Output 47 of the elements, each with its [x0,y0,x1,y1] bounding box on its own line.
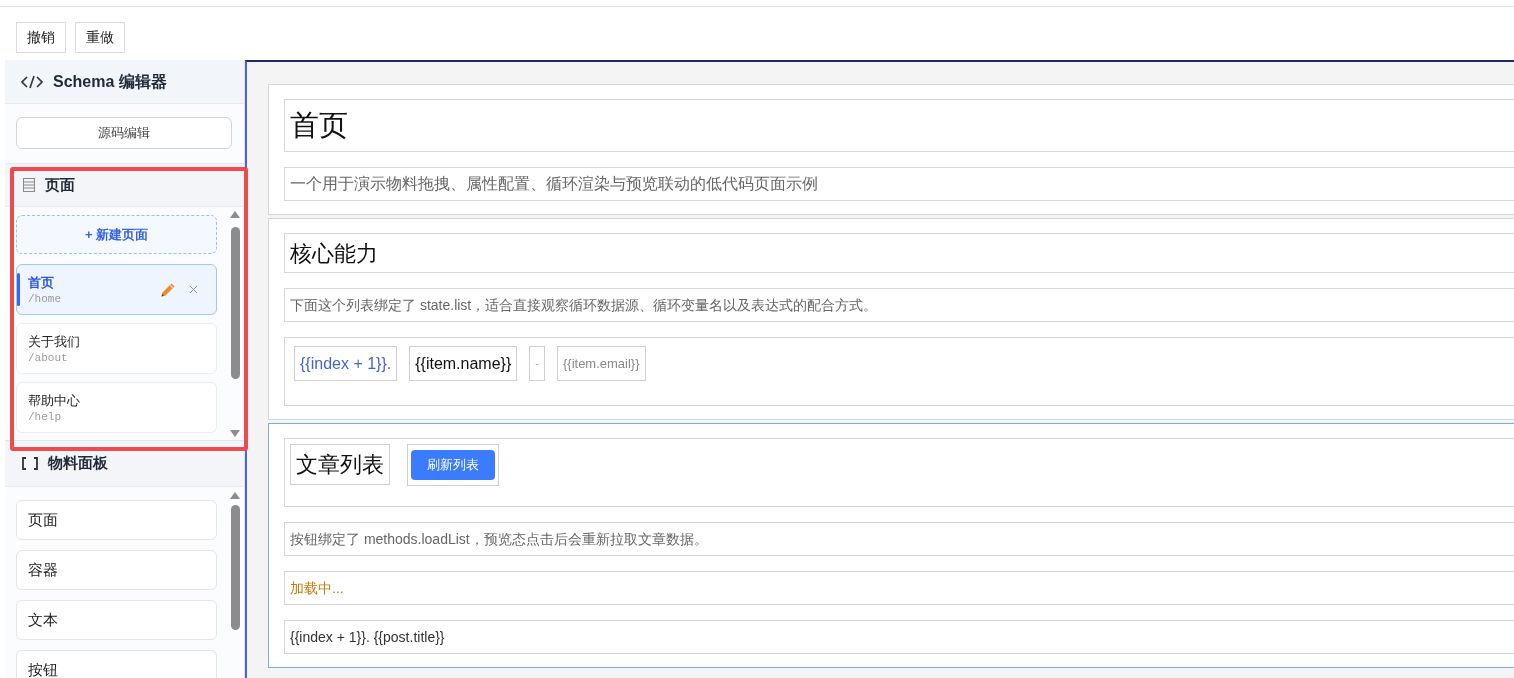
expression-chip: {{item.name}} [409,346,518,381]
toolbar-button[interactable]: 重做 [75,22,125,53]
code-icon [21,74,43,89]
panel-title: 页面 [45,174,75,195]
page-name: 帮助中心 [28,391,80,410]
loading-text: 加载中... [284,571,1514,605]
toolbar-button[interactable]: 撤销 [16,22,66,53]
selection-indicator [17,273,20,306]
template-text: {{index + 1}}. {{post.title}} [284,620,1514,654]
page-name: 首页 [28,273,55,292]
section-heading: 文章列表 [290,444,390,485]
canvas-section[interactable]: 文章列表 刷新列表 按钮绑定了 methods.loadList，预览态点击后会重新拉取文章数据。 加载中... {{index + 1}}. {{post.title}} [268,423,1514,668]
expression-chip: {{index + 1}}. [294,346,398,381]
material-item[interactable]: 文本 [16,600,217,640]
material-item[interactable]: 容器 [16,550,217,590]
close-icon[interactable] [187,283,200,296]
new-page-button[interactable]: + 新建页面 [16,215,217,254]
page-item[interactable]: 帮助中心 /help [16,382,217,433]
canvas-section[interactable]: 首页 一个用于演示物料拖拽、属性配置、循环渲染与预览联动的低代码页面示例 [268,84,1514,215]
description-text: 按钮绑定了 methods.loadList，预览态点击后会重新拉取文章数据。 [284,522,1514,556]
scroll-down-icon[interactable] [230,430,240,437]
panel-title: 物料面板 [48,453,108,474]
page-item[interactable]: 首页 /home [16,264,217,315]
material-item[interactable]: 页面 [16,500,217,540]
editor-title: Schema 编辑器 [53,71,167,92]
scroll-up-icon[interactable] [230,492,240,499]
scrollbar-thumb[interactable] [230,227,240,379]
material-item[interactable]: 按钮 [16,650,217,678]
page-path: /about [28,350,69,365]
canvas-section[interactable]: 核心能力 下面这个列表绑定了 state.list，适合直接观察循环数据源、循环变量名以及表达式的配合方式。 {{index + 1}}. {{item.name}} - {{item.email}} [268,218,1514,420]
section-heading: 核心能力 [284,233,1514,273]
page-item[interactable]: 关于我们 /about [16,323,217,374]
page-path: /home [28,291,61,306]
refresh-button[interactable]: 刷新列表 [411,450,495,480]
list-icon [23,178,35,192]
page-name: 关于我们 [28,332,80,351]
description-text: 一个用于演示物料拖拽、属性配置、循环渲染与预览联动的低代码页面示例 [284,167,1514,201]
description-text: 下面这个列表绑定了 state.list，适合直接观察循环数据源、循环变量名以及表达式的配合方式。 [284,288,1514,322]
page-title: 首页 [284,99,1514,152]
pencil-icon[interactable] [161,282,175,297]
expression-chip: - [529,346,545,381]
expression-chip: {{item.email}} [556,346,646,381]
scrollbar-thumb[interactable] [230,505,240,630]
scroll-up-icon[interactable] [230,211,240,218]
brackets-icon [22,457,38,470]
source-edit-button[interactable]: 源码编辑 [16,117,232,149]
page-path: /help [28,409,62,424]
